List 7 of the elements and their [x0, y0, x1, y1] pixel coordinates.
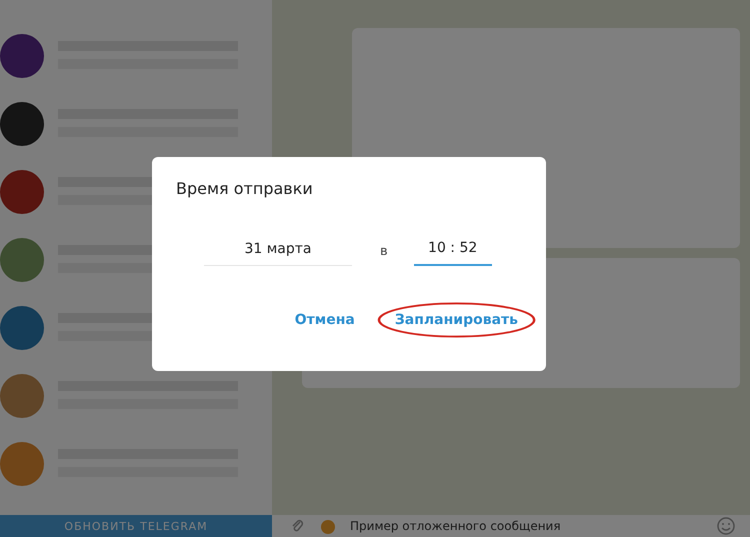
smiley-icon[interactable] [716, 516, 736, 536]
update-button[interactable]: ОБНОВИТЬ TELEGRAM [0, 515, 272, 537]
at-label: в [380, 244, 388, 258]
dialog-button[interactable]: Отмена [288, 308, 361, 332]
paperclip-icon[interactable] [290, 518, 306, 534]
message-input-field[interactable]: Пример отложенного сообщения [350, 519, 704, 533]
dialog-title: Время отправки [176, 179, 314, 198]
